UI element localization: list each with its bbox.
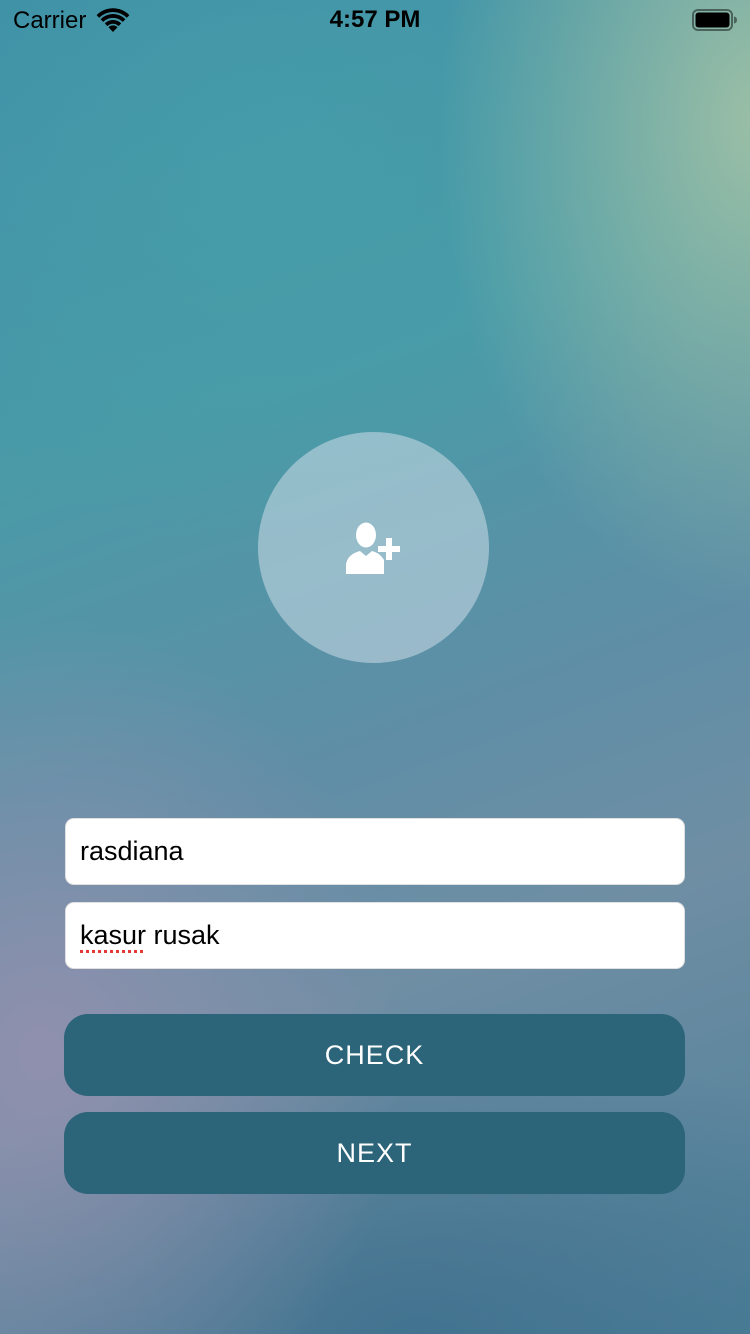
description-field-value: kasur rusak	[80, 920, 220, 951]
description-field[interactable]: kasur rusak	[65, 902, 685, 969]
next-button-label: NEXT	[336, 1137, 413, 1168]
misspelled-word: kasur	[80, 920, 147, 950]
status-bar: Carrier 4:57 PM	[0, 0, 750, 40]
description-field-rest: rusak	[146, 920, 220, 950]
check-button[interactable]: CHECK	[64, 1014, 685, 1096]
status-time: 4:57 PM	[329, 6, 421, 33]
add-photo-button[interactable]	[258, 432, 489, 663]
battery-icon	[692, 9, 737, 31]
add-user-icon	[345, 522, 400, 574]
check-button-label: CHECK	[324, 1039, 425, 1070]
name-field-value: rasdiana	[80, 836, 184, 866]
next-button[interactable]: NEXT	[64, 1112, 685, 1194]
name-field[interactable]: rasdiana	[65, 818, 685, 885]
